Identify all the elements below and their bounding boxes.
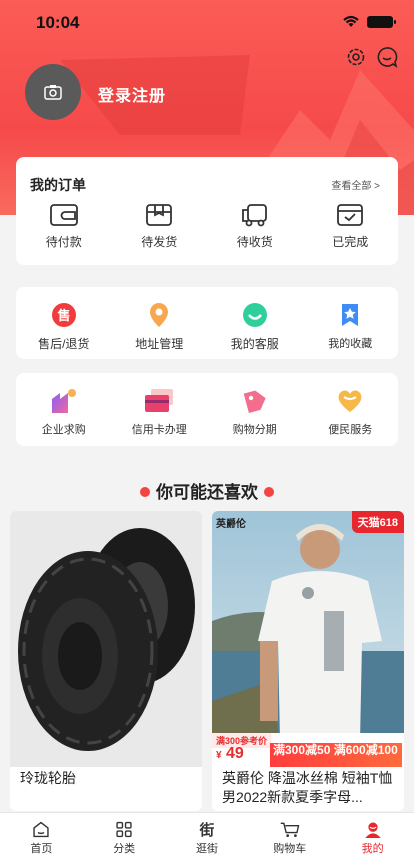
customer-service-icon: [242, 303, 267, 327]
promo-discount-tag: 满300减50 满600减100: [270, 743, 402, 767]
avatar[interactable]: [25, 64, 81, 120]
order-label: 待发货: [141, 235, 178, 249]
tab-home[interactable]: 首页: [0, 813, 83, 856]
tab-cart[interactable]: 购物车: [248, 813, 331, 856]
status-bar: 10:04: [0, 0, 414, 44]
view-all-orders-link[interactable]: 查看全部 >: [331, 177, 380, 192]
brand-logo: 英爵伦: [216, 519, 246, 530]
promo-price: ¥ 49: [216, 745, 244, 762]
product-title: 英爵伦 降温冰丝棉 短袖T恤男2022新款夏季字母...: [222, 770, 393, 805]
product-title: 玲珑轮胎: [20, 770, 76, 786]
category-grid-icon: [116, 821, 132, 838]
order-label: 待付款: [45, 235, 82, 249]
service-favorites[interactable]: 我的收藏: [303, 301, 399, 352]
order-label: 待收货: [236, 235, 273, 249]
service-label: 我的客服: [230, 337, 279, 351]
service-credit-card[interactable]: 信用卡办理: [112, 387, 208, 437]
service-label: 企业求购: [41, 424, 86, 436]
battery-icon: [367, 16, 396, 28]
status-time: 10:04: [36, 13, 80, 32]
truck-icon: [241, 204, 267, 227]
service-label: 售后/退货: [38, 337, 90, 351]
order-label: 已完成: [332, 235, 369, 249]
service-enterprise[interactable]: 企业求购: [16, 387, 112, 437]
tab-profile[interactable]: 我的: [331, 813, 414, 856]
installment-tag-icon: [243, 390, 266, 413]
services-card: 售 售后/退货 地址管理 我的客服 我的收藏: [16, 287, 398, 359]
tab-category[interactable]: 分类: [83, 813, 166, 856]
cart-icon: [280, 822, 300, 838]
profile-icon: [364, 822, 381, 838]
service-installment[interactable]: 购物分期: [207, 387, 303, 437]
recommend-heading: 你可能还喜欢: [0, 478, 414, 503]
order-pending-shipment[interactable]: 待发货: [112, 203, 208, 250]
order-pending-payment[interactable]: 待付款: [16, 203, 112, 250]
order-completed[interactable]: 已完成: [303, 203, 399, 250]
product-card[interactable]: 玲珑轮胎: [10, 511, 202, 811]
tire-product-image: [10, 511, 202, 767]
orders-card: 我的订单 查看全部 > 待付款 待发货 待收货 已完成: [16, 157, 398, 265]
wifi-icon: [343, 15, 359, 27]
street-icon: 街: [199, 821, 215, 838]
tshirt-product-image: [212, 511, 404, 767]
tmall-618-badge: 天猫618: [351, 511, 404, 533]
package-icon: [146, 204, 173, 226]
completed-box-icon: [337, 204, 364, 226]
recommend-title: 你可能还喜欢: [156, 483, 258, 502]
login-register-link[interactable]: 登录注册: [98, 82, 166, 106]
service-convenience[interactable]: 便民服务: [303, 387, 399, 437]
message-icon[interactable]: [376, 46, 398, 68]
service-label: 购物分期: [232, 424, 277, 436]
after-sales-icon: 售: [51, 303, 76, 327]
service-label: 地址管理: [135, 337, 184, 351]
order-pending-receipt[interactable]: 待收货: [207, 203, 303, 250]
product-card[interactable]: 天猫618 英爵伦 满300参考价 ¥ 49 满300减50 满600减100 …: [212, 511, 404, 811]
heading-dot-icon: [140, 486, 150, 497]
enterprise-icon: [51, 389, 76, 413]
tab-street[interactable]: 街 逛街: [166, 813, 249, 856]
settings-icon[interactable]: [345, 46, 367, 68]
home-icon: [33, 821, 50, 838]
camera-icon: [44, 85, 62, 100]
wallet-icon: [49, 204, 78, 226]
svg-text:街: 街: [199, 821, 215, 838]
service-label: 便民服务: [328, 424, 373, 436]
service-address[interactable]: 地址管理: [112, 301, 208, 352]
heart-service-icon: [338, 390, 362, 412]
service-customer[interactable]: 我的客服: [207, 301, 303, 352]
credit-card-icon: [145, 389, 174, 412]
svg-text:售: 售: [57, 308, 70, 324]
favorite-star-icon: [342, 304, 359, 326]
location-pin-icon: [150, 303, 169, 327]
more-services-card: 企业求购 信用卡办理 购物分期 便民服务: [16, 373, 398, 446]
orders-title: 我的订单: [30, 177, 86, 193]
service-label: 我的收藏: [328, 338, 373, 350]
bottom-tab-bar: 首页 分类 街 逛街 购物车 我的: [0, 812, 414, 856]
heading-dot-icon: [264, 486, 274, 497]
service-after-sales[interactable]: 售 售后/退货: [16, 301, 112, 352]
service-label: 信用卡办理: [131, 424, 187, 436]
